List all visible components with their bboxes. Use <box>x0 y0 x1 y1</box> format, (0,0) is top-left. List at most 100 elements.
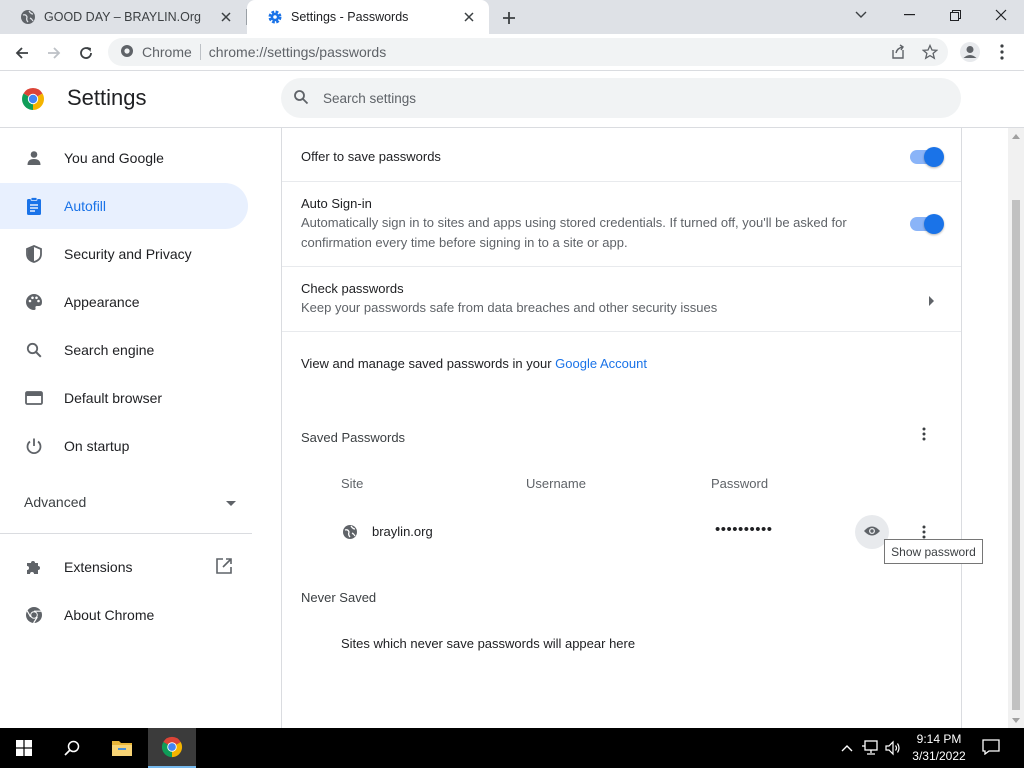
sidebar-item-you-and-google[interactable]: You and Google <box>0 135 248 181</box>
sidebar-item-label: You and Google <box>64 150 164 166</box>
share-icon[interactable] <box>888 42 908 62</box>
windows-start-button[interactable] <box>0 728 48 768</box>
sidebar-item-on-startup[interactable]: On startup <box>0 423 248 469</box>
sidebar-item-label: Extensions <box>64 559 133 575</box>
check-passwords-row[interactable]: Check passwords Keep your passwords safe… <box>282 267 961 332</box>
sidebar-item-label: On startup <box>64 438 130 454</box>
globe-icon <box>20 9 36 25</box>
sidebar-item-label: Autofill <box>64 198 107 214</box>
google-account-link[interactable]: Google Account <box>555 356 647 371</box>
shield-icon <box>24 244 44 264</box>
tab-title: GOOD DAY – BRAYLIN.Org <box>44 10 201 24</box>
scroll-up-arrow-icon[interactable] <box>1012 132 1020 140</box>
saved-site-link[interactable]: braylin.org <box>372 524 433 539</box>
tab-title: Settings - Passwords <box>291 10 409 24</box>
scrollbar-thumb[interactable] <box>1012 200 1020 710</box>
manage-passwords-text: View and manage saved passwords in your … <box>301 356 647 371</box>
taskbar-clock[interactable]: 9:14 PM 3/31/2022 <box>904 731 974 765</box>
column-header-site: Site <box>341 476 364 491</box>
tab-braylin[interactable]: GOOD DAY – BRAYLIN.Org <box>0 0 246 34</box>
settings-sidebar: You and Google Autofill Security and Pri… <box>0 128 260 728</box>
profile-avatar-icon[interactable] <box>958 40 982 64</box>
auto-signin-row[interactable]: Auto Sign-in Automatically sign in to si… <box>282 182 961 267</box>
restore-button[interactable] <box>932 0 978 30</box>
browser-toolbar: Chrome chrome://settings/passwords <box>0 34 1024 71</box>
site-label: Chrome <box>142 44 192 60</box>
forward-button[interactable] <box>40 39 68 67</box>
person-icon <box>24 148 44 168</box>
sidebar-item-label: Appearance <box>64 294 140 310</box>
sidebar-item-autofill[interactable]: Autofill <box>0 183 248 229</box>
network-icon[interactable] <box>862 740 880 756</box>
caret-down-icon <box>226 494 236 510</box>
toggle-knob <box>924 147 944 167</box>
advanced-section-toggle[interactable]: Advanced <box>24 494 236 510</box>
never-saved-empty-message: Sites which never save passwords will ap… <box>341 636 636 651</box>
sidebar-item-label: About Chrome <box>64 607 155 623</box>
eye-icon <box>863 525 881 540</box>
auto-signin-description: Automatically sign in to sites and apps … <box>301 215 847 250</box>
tab-settings-passwords[interactable]: Settings - Passwords <box>247 0 489 34</box>
scroll-down-arrow-icon[interactable] <box>1012 716 1020 724</box>
palette-icon <box>24 292 44 312</box>
close-window-button[interactable] <box>978 0 1024 30</box>
sidebar-item-default-browser[interactable]: Default browser <box>0 375 248 421</box>
settings-title: Settings <box>67 85 147 110</box>
search-settings-input[interactable] <box>323 90 923 106</box>
check-passwords-description: Keep your passwords safe from data breac… <box>301 300 718 315</box>
browser-window-icon <box>24 388 44 408</box>
toggle-knob <box>924 214 944 234</box>
auto-signin-toggle[interactable] <box>910 214 944 234</box>
passwords-card: Offer to save passwords Auto Sign-in Aut… <box>281 128 962 728</box>
chevron-right-icon <box>929 294 935 309</box>
check-passwords-label: Check passwords <box>301 281 404 296</box>
sidebar-item-security-and-privacy[interactable]: Security and Privacy <box>0 231 248 277</box>
manage-prefix: View and manage saved passwords in your <box>301 356 556 371</box>
settings-header: Settings <box>0 71 1024 128</box>
tab-search-chevron-icon[interactable] <box>838 0 884 30</box>
offer-to-save-toggle[interactable] <box>910 147 944 167</box>
search-settings-box[interactable] <box>281 78 961 118</box>
windows-taskbar: 9:14 PM 3/31/2022 <box>0 728 1024 768</box>
browser-menu-icon[interactable] <box>992 42 1012 62</box>
address-bar[interactable]: Chrome chrome://settings/passwords <box>108 38 948 66</box>
sidebar-item-appearance[interactable]: Appearance <box>0 279 248 325</box>
sidebar-item-extensions[interactable]: Extensions <box>0 544 248 590</box>
sidebar-item-about-chrome[interactable]: About Chrome <box>0 592 248 638</box>
chrome-logo-icon <box>24 605 44 625</box>
page-scrollbar[interactable] <box>1008 128 1024 728</box>
masked-password: •••••••••• <box>715 521 773 538</box>
show-password-tooltip: Show password <box>884 539 983 564</box>
search-icon <box>293 89 309 108</box>
search-icon <box>24 340 44 360</box>
volume-icon[interactable] <box>884 740 902 756</box>
clock-date: 3/31/2022 <box>912 749 966 763</box>
bookmark-star-icon[interactable] <box>920 42 940 62</box>
tray-chevron-up-icon[interactable] <box>838 740 856 756</box>
file-explorer-icon[interactable] <box>98 728 146 768</box>
advanced-label: Advanced <box>24 494 87 510</box>
taskbar-search-icon[interactable] <box>48 728 96 768</box>
chrome-taskbar-icon[interactable] <box>148 728 196 768</box>
omnibox-divider <box>199 44 201 60</box>
chrome-page-icon <box>120 44 134 61</box>
gear-icon <box>267 9 283 25</box>
back-button[interactable] <box>8 39 36 67</box>
reload-button[interactable] <box>72 39 100 67</box>
autofill-clipboard-icon <box>24 196 44 216</box>
new-tab-button[interactable] <box>498 7 520 29</box>
notifications-icon[interactable] <box>982 739 1000 755</box>
close-tab-icon[interactable] <box>459 7 479 27</box>
power-icon <box>24 436 44 456</box>
url-text: chrome://settings/passwords <box>208 44 387 60</box>
saved-passwords-menu-icon[interactable] <box>914 424 934 444</box>
chrome-logo-icon <box>21 87 45 111</box>
never-saved-heading: Never Saved <box>301 590 377 605</box>
sidebar-item-search-engine[interactable]: Search engine <box>0 327 248 373</box>
clock-time: 9:14 PM <box>916 732 962 746</box>
minimize-button[interactable] <box>886 0 932 30</box>
close-tab-icon[interactable] <box>216 7 236 27</box>
saved-passwords-heading: Saved Passwords <box>301 430 406 445</box>
offer-to-save-row[interactable]: Offer to save passwords <box>282 128 961 182</box>
sidebar-item-label: Security and Privacy <box>64 246 192 262</box>
